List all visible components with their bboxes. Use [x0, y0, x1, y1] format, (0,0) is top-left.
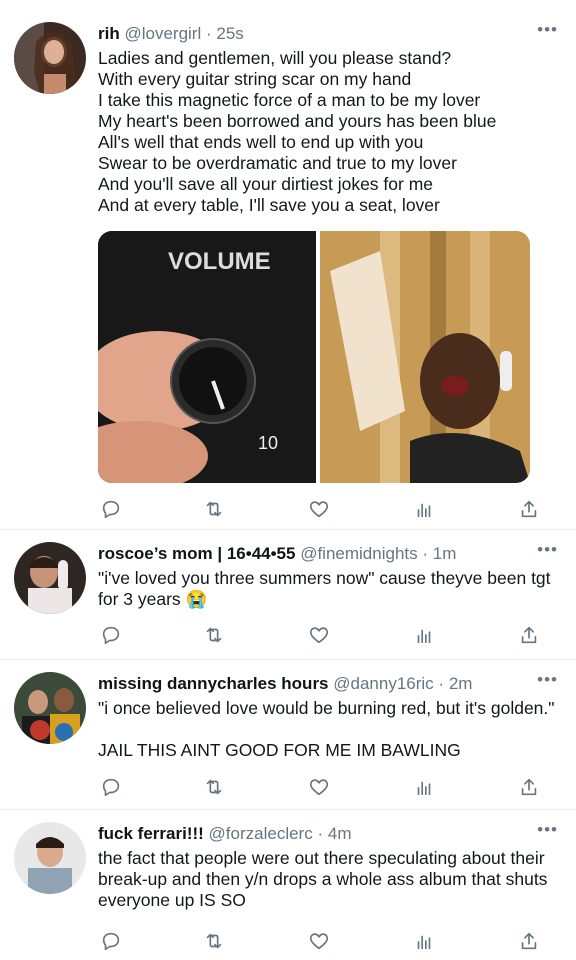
- tweet-media[interactable]: VOLUME 10: [98, 231, 530, 483]
- timestamp[interactable]: 4m: [328, 824, 352, 843]
- tweet[interactable]: fuck ferrari!!! @forzaleclerc · 4m ••• t…: [0, 810, 576, 960]
- analytics-icon[interactable]: [411, 774, 437, 800]
- separator: ·: [205, 24, 212, 43]
- tweet-header: rih @lovergirl · 25s: [98, 22, 532, 46]
- handle[interactable]: @lovergirl: [124, 24, 201, 43]
- handle[interactable]: @forzaleclerc: [209, 824, 313, 843]
- retweet-icon[interactable]: [201, 496, 227, 522]
- tweet-text: the fact that people were out there spec…: [98, 848, 553, 910]
- tweet-text: "i've loved you three summers now" cause…: [98, 568, 556, 609]
- more-options-icon[interactable]: •••: [537, 821, 558, 838]
- more-options-icon[interactable]: •••: [537, 21, 558, 38]
- volume-label: VOLUME: [168, 248, 271, 275]
- display-name[interactable]: rih: [98, 24, 120, 43]
- share-icon[interactable]: [516, 928, 542, 954]
- timestamp[interactable]: 1m: [433, 544, 457, 563]
- reply-icon[interactable]: [98, 774, 124, 800]
- analytics-icon[interactable]: [411, 928, 437, 954]
- media-image-volume-knob[interactable]: VOLUME 10: [98, 231, 316, 483]
- tweet-actions: [98, 496, 562, 522]
- avatar[interactable]: [14, 672, 86, 744]
- reply-icon[interactable]: [98, 928, 124, 954]
- tweet-actions: [98, 928, 562, 954]
- like-icon[interactable]: [306, 496, 332, 522]
- tweet-header: roscoe’s mom | 16•44•55 @finemidnights ·…: [98, 542, 532, 566]
- tweet-header: fuck ferrari!!! @forzaleclerc · 4m: [98, 822, 532, 846]
- avatar[interactable]: [14, 822, 86, 894]
- handle[interactable]: @finemidnights: [300, 544, 417, 563]
- display-name[interactable]: missing dannycharles hours: [98, 674, 329, 693]
- tweet-actions: [98, 622, 562, 648]
- analytics-icon[interactable]: [411, 622, 437, 648]
- share-icon[interactable]: [516, 496, 542, 522]
- tweet-actions: [98, 774, 562, 800]
- handle[interactable]: @danny16ric: [333, 674, 433, 693]
- retweet-icon[interactable]: [201, 774, 227, 800]
- tweet[interactable]: missing dannycharles hours @danny16ric ·…: [0, 660, 576, 810]
- retweet-icon[interactable]: [201, 928, 227, 954]
- tweet-header: missing dannycharles hours @danny16ric ·…: [98, 672, 532, 696]
- retweet-icon[interactable]: [201, 622, 227, 648]
- avatar[interactable]: [14, 22, 86, 94]
- tweet[interactable]: rih @lovergirl · 25s ••• Ladies and gent…: [0, 0, 576, 530]
- separator: ·: [317, 824, 324, 843]
- timestamp[interactable]: 2m: [449, 674, 473, 693]
- share-icon[interactable]: [516, 622, 542, 648]
- avatar[interactable]: [14, 542, 86, 614]
- media-image-crying-kid[interactable]: [320, 231, 530, 483]
- reply-icon[interactable]: [98, 496, 124, 522]
- more-options-icon[interactable]: •••: [537, 541, 558, 558]
- display-name[interactable]: roscoe’s mom | 16•44•55: [98, 544, 295, 563]
- more-options-icon[interactable]: •••: [537, 671, 558, 688]
- share-icon[interactable]: [516, 774, 542, 800]
- analytics-icon[interactable]: [411, 496, 437, 522]
- like-icon[interactable]: [306, 774, 332, 800]
- timestamp[interactable]: 25s: [216, 24, 243, 43]
- tweet-text: Ladies and gentlemen, will you please st…: [98, 48, 497, 215]
- volume-number: 10: [258, 433, 278, 453]
- like-icon[interactable]: [306, 622, 332, 648]
- display-name[interactable]: fuck ferrari!!!: [98, 824, 204, 843]
- separator: ·: [438, 674, 445, 693]
- like-icon[interactable]: [306, 928, 332, 954]
- tweet-text: "i once believed love would be burning r…: [98, 698, 555, 760]
- tweet[interactable]: roscoe’s mom | 16•44•55 @finemidnights ·…: [0, 530, 576, 660]
- separator: ·: [422, 544, 429, 563]
- reply-icon[interactable]: [98, 622, 124, 648]
